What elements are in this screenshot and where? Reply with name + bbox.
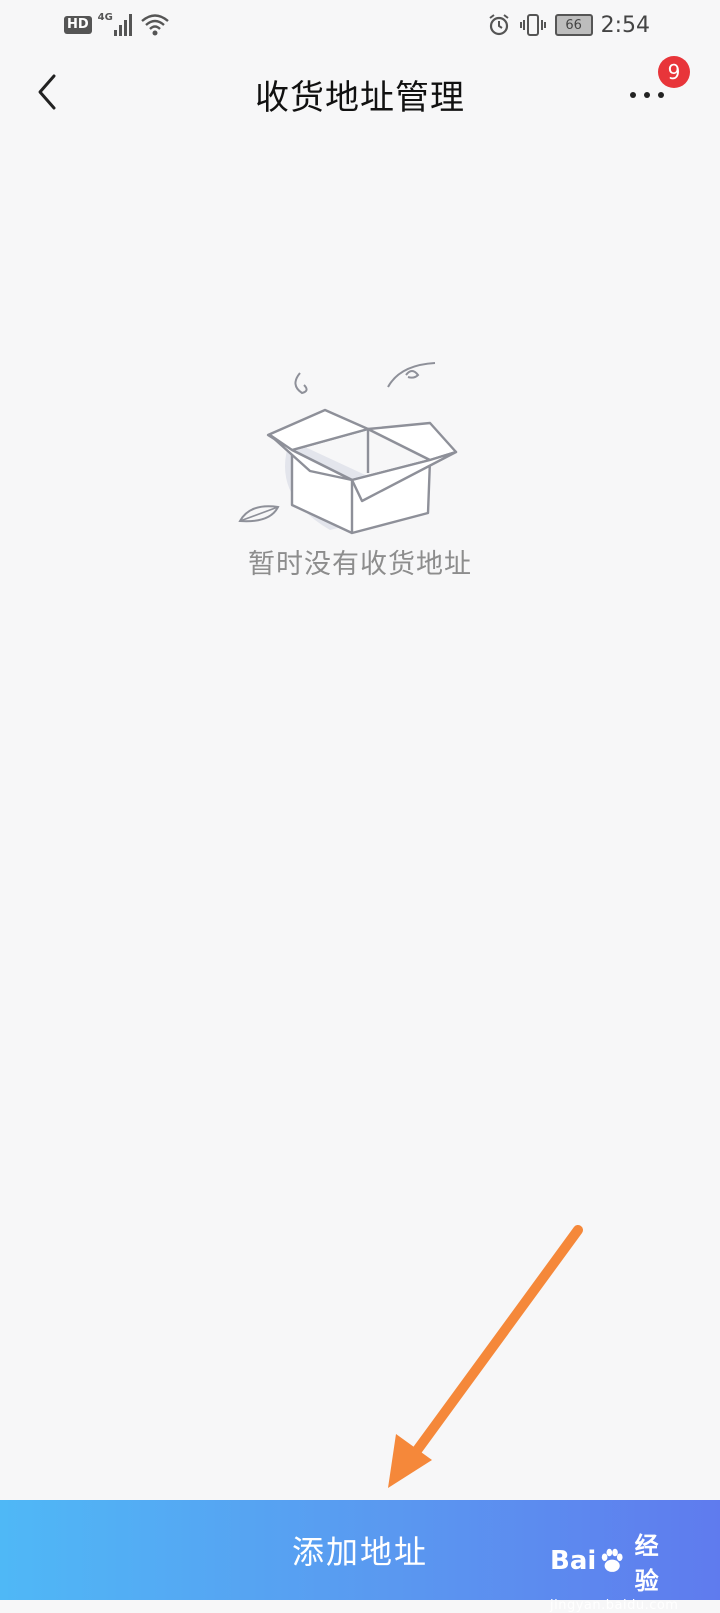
top-nav-bar: 收货地址管理 9 <box>0 50 720 134</box>
status-bar-right: 66 2:54 <box>487 10 650 40</box>
clock-time: 2:54 <box>600 12 650 38</box>
status-bar: HD 4G 66 2:54 <box>0 0 720 50</box>
arrow-annotation <box>388 1225 583 1488</box>
hd-indicator: HD <box>64 16 92 34</box>
wifi-icon <box>140 14 169 36</box>
empty-box-icon <box>238 362 458 535</box>
signal-icon: 4G <box>98 12 134 38</box>
vibrate-icon <box>519 14 546 36</box>
add-address-label: 添加地址 <box>291 1533 428 1571</box>
notification-badge: 9 <box>658 56 690 88</box>
page-title: 收货地址管理 <box>255 78 465 118</box>
alarm-icon <box>488 14 509 36</box>
status-bar-left: HD 4G <box>64 12 170 38</box>
watermark-jingyan: 经验 <box>634 1532 659 1595</box>
watermark-url: jingyan.baidu.com <box>550 1598 679 1613</box>
baidu-jingyan-watermark: Bai 经验 jingyan.baidu.com <box>550 1526 680 1613</box>
more-dots-icon <box>630 92 664 98</box>
watermark-bai: Bai <box>550 1546 597 1576</box>
network-type-label: 4G <box>97 12 113 23</box>
battery-level: 66 <box>565 17 582 33</box>
paw-icon <box>602 1548 623 1572</box>
empty-state-message: 暂时没有收货地址 <box>248 549 472 580</box>
battery-icon: 66 <box>554 14 593 36</box>
more-button[interactable]: 9 <box>630 56 690 116</box>
